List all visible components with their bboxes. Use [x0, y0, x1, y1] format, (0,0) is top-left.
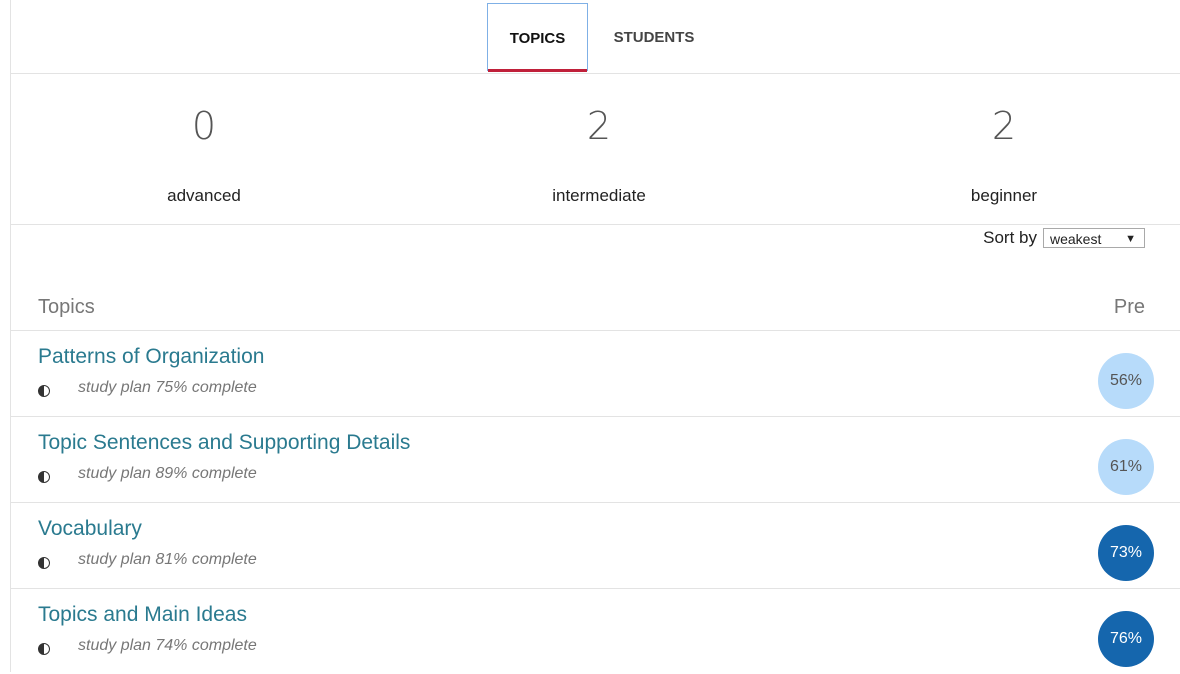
topics-list-header: Topics Pre [11, 292, 1180, 331]
pre-score-badge: 76% [1098, 611, 1154, 667]
pre-score-badge: 73% [1098, 525, 1154, 581]
topic-title-link[interactable]: Topic Sentences and Supporting Details [38, 431, 410, 455]
study-plan-progress: study plan 89% complete [78, 465, 257, 482]
level-count: 0 [191, 104, 217, 148]
half-circle-icon [38, 557, 50, 569]
half-circle-icon [38, 385, 50, 397]
sort-select[interactable]: weakest ▼ [1043, 228, 1145, 248]
tab-students[interactable]: STUDENTS [604, 3, 704, 71]
level-label: advanced [167, 186, 241, 205]
level-intermediate: 2 intermediate [449, 74, 749, 206]
sort-selected-value: weakest [1050, 231, 1102, 247]
dropdown-arrow-icon: ▼ [1125, 233, 1136, 245]
topic-title-link[interactable]: Vocabulary [38, 517, 142, 541]
topic-row[interactable]: Vocabulary study plan 81% complete 73% [11, 503, 1180, 589]
topic-title-link[interactable]: Patterns of Organization [38, 345, 264, 369]
study-plan-progress: study plan 81% complete [78, 551, 257, 568]
study-plan-progress: study plan 74% complete [78, 637, 257, 654]
level-advanced: 0 advanced [54, 74, 354, 206]
level-count: 2 [586, 104, 612, 148]
level-beginner: 2 beginner [854, 74, 1154, 206]
column-header-pre: Pre [1113, 296, 1145, 318]
topic-progress: study plan 89% complete [38, 465, 257, 483]
topic-progress: study plan 74% complete [38, 637, 257, 655]
topic-progress: study plan 75% complete [38, 379, 257, 397]
sort-label: Sort by [983, 228, 1037, 247]
topic-title-link[interactable]: Topics and Main Ideas [38, 603, 247, 627]
pre-score-badge: 56% [1098, 353, 1154, 409]
topic-row[interactable]: Topic Sentences and Supporting Details s… [11, 417, 1180, 503]
topic-progress: study plan 81% complete [38, 551, 257, 569]
sort-control: Sort by weakest ▼ [983, 228, 1145, 248]
half-circle-icon [38, 643, 50, 655]
column-header-topics: Topics [38, 296, 95, 318]
level-label: intermediate [552, 186, 646, 205]
study-plan-progress: study plan 75% complete [78, 379, 257, 396]
level-summary: 0 advanced 2 intermediate 2 beginner [11, 74, 1180, 225]
half-circle-icon [38, 471, 50, 483]
pre-score-badge: 61% [1098, 439, 1154, 495]
topic-row[interactable]: Topics and Main Ideas study plan 74% com… [11, 589, 1180, 674]
topics-panel: TOPICS STUDENTS 0 advanced 2 intermediat… [10, 0, 1180, 672]
topic-row[interactable]: Patterns of Organization study plan 75% … [11, 331, 1180, 417]
tab-bar: TOPICS STUDENTS [11, 0, 1180, 74]
level-count: 2 [991, 104, 1017, 148]
level-label: beginner [970, 186, 1038, 205]
tab-topics[interactable]: TOPICS [487, 3, 588, 72]
